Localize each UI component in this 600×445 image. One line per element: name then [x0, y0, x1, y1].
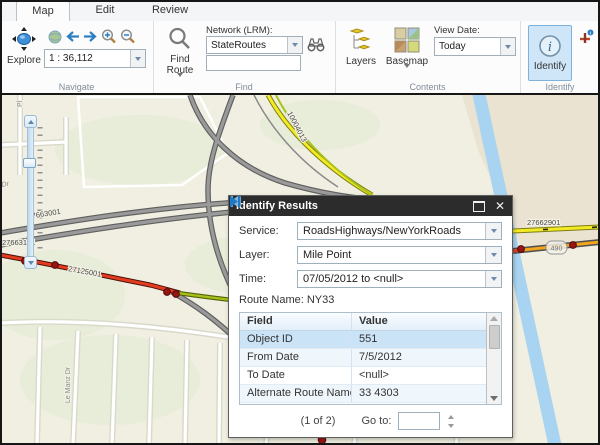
route-name-text: Route Name: NY33 [239, 294, 502, 306]
time-label: Time: [239, 273, 297, 285]
group-label-contents: Contents [335, 82, 520, 92]
page-indicator: (1 of 2) [301, 415, 336, 427]
column-header-value[interactable]: Value [352, 313, 486, 330]
view-date-combo[interactable]: Today [434, 37, 516, 56]
identify-icon: i [538, 34, 562, 61]
group-find: Find Route Network (LRM): StateRoutes Fi… [153, 21, 336, 93]
chevron-down-icon [287, 37, 302, 53]
svg-text:490: 490 [551, 246, 563, 253]
street-name-label: Pl [17, 100, 24, 107]
group-label-navigate: Navigate [0, 82, 153, 92]
tab-map[interactable]: Map [16, 1, 70, 23]
group-contents: Layers Basemap View Date: [335, 21, 521, 93]
full-extent-globe-icon[interactable] [48, 30, 62, 44]
group-label-find: Find [153, 82, 335, 92]
layer-combo[interactable]: Mile Point [297, 246, 502, 264]
service-label: Service: [239, 225, 297, 237]
table-row[interactable]: Object ID 551 [240, 331, 486, 349]
basemap-button[interactable]: Basemap [384, 27, 430, 79]
route-input[interactable] [206, 55, 301, 71]
group-label-identify: Identify [520, 82, 600, 92]
map-scale-combo[interactable]: 1 : 36,112 [44, 49, 146, 68]
layers-icon [348, 27, 374, 56]
forward-extent-arrow-icon[interactable] [83, 30, 98, 43]
scroll-up-icon[interactable] [490, 316, 498, 321]
ribbon-tab-bar: Map Edit Review [0, 0, 600, 22]
network-lrm-label: Network (LRM): [206, 25, 273, 36]
pagination-bar: (1 of 2) Go to: [239, 405, 502, 437]
route-shield-490: 490 [546, 241, 567, 254]
service-combo[interactable]: RoadsHighways/NewYorkRoads [297, 222, 502, 240]
chevron-down-icon [485, 223, 501, 239]
close-icon[interactable]: ✕ [495, 200, 505, 212]
street-name-label: Dr [1, 180, 10, 189]
spinner-down-icon [448, 424, 454, 428]
map-zoom-slider[interactable] [24, 115, 37, 269]
view-date-label: View Date: [434, 25, 480, 36]
slider-track[interactable] [27, 128, 34, 256]
application-window: Map Edit Review Explore [0, 0, 600, 445]
table-row[interactable]: To Date <null> [240, 367, 486, 385]
group-navigate: Explore 1 : 36,112 [0, 21, 154, 93]
scroll-down-icon[interactable] [490, 396, 498, 401]
street-name-label: Le Manz Dr [65, 366, 72, 403]
column-header-field[interactable]: Field [240, 313, 352, 330]
goto-page-input[interactable] [398, 412, 440, 430]
network-lrm-combo[interactable]: StateRoutes [206, 36, 303, 54]
binoculars-icon[interactable] [307, 36, 325, 52]
chevron-down-icon [404, 68, 410, 79]
chevron-down-icon [28, 261, 34, 265]
goto-spinner[interactable] [448, 415, 454, 428]
find-route-magnifier-icon [168, 27, 192, 54]
slider-zoom-in-button[interactable] [24, 115, 37, 128]
slider-thumb[interactable] [23, 158, 36, 168]
chevron-down-icon [500, 38, 515, 55]
table-header-row: Field Value [240, 313, 486, 331]
goto-label: Go to: [361, 415, 391, 427]
explore-icon [11, 26, 37, 55]
svg-text:i: i [548, 40, 552, 55]
spinner-up-icon [448, 415, 454, 419]
group-identify: i Identify i Identify [520, 21, 600, 93]
dialog-title: Identify Results [236, 200, 318, 212]
chevron-down-icon [485, 271, 501, 287]
back-extent-arrow-icon[interactable] [65, 30, 80, 43]
dialog-title-bar[interactable]: Identify Results ✕ [229, 196, 512, 216]
ribbon: Explore 1 : 36,112 [0, 21, 600, 93]
zoom-out-icon[interactable] [120, 29, 136, 44]
chevron-up-icon [28, 120, 34, 124]
maximize-icon[interactable] [473, 201, 485, 212]
explore-button[interactable]: Explore [4, 26, 44, 66]
identify-button[interactable]: i Identify [528, 25, 572, 81]
scroll-thumb[interactable] [489, 325, 500, 349]
identify-results-dialog: Identify Results ✕ Service: RoadsHighway… [228, 195, 513, 438]
time-combo[interactable]: 07/05/2012 to <null> [297, 270, 502, 288]
tab-edit[interactable]: Edit [76, 1, 134, 20]
table-scrollbar[interactable] [486, 313, 501, 404]
attribute-table: Field Value Object ID 551 From Date 7/5/… [239, 312, 502, 405]
identify-route-characteristics-icon[interactable]: i [578, 29, 594, 45]
slider-zoom-out-button[interactable] [24, 256, 37, 269]
layer-label: Layer: [239, 249, 297, 261]
zoom-in-icon[interactable] [101, 29, 117, 44]
basemap-icon [394, 27, 420, 56]
layers-button[interactable]: Layers [343, 27, 379, 67]
chevron-down-icon [485, 247, 501, 263]
tab-review[interactable]: Review [138, 1, 202, 20]
route-id-label: 27662901 [527, 218, 560, 227]
find-route-button[interactable]: Find Route [160, 27, 200, 88]
map-canvas[interactable]: 490 27663001 27663101 27125001 10004013 … [0, 95, 600, 445]
chevron-down-icon [130, 50, 145, 67]
table-row[interactable]: Alternate Route Name 33 4303 [240, 385, 486, 403]
table-row[interactable]: From Date 7/5/2012 [240, 349, 486, 367]
